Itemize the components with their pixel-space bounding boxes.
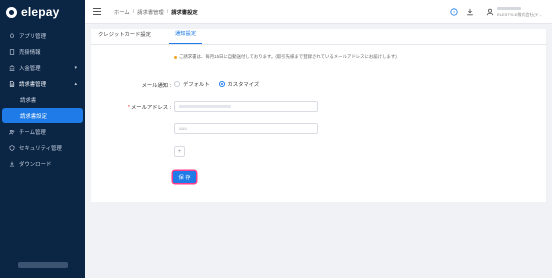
radio-default-label: デフォルト [183,82,210,88]
brand-name: elepay [21,5,60,19]
sidebar-item-download[interactable]: ダウンロード [0,156,85,172]
notification-settings-card: ご請求書は、毎月15日に自動送付しております。(取引先様まで登録されているメール… [91,45,546,202]
user-name-blurred [497,6,522,10]
required-mark: * [127,105,130,111]
help-icon[interactable]: ? [450,8,458,16]
top-header: ホーム / 請求書管理 / 請求書設定 ? ELESTYLE株式会社(テ... [85,0,552,24]
email-label: *メールアドレス : [121,103,171,111]
breadcrumb-home[interactable]: ホーム [114,8,130,16]
sidebar-subitem-invoice-settings[interactable]: 請求書設定 [2,108,83,123]
email-field-2[interactable]: aaa [174,123,318,134]
save-button[interactable]: 保 存 [173,171,196,183]
receipt-icon [9,49,15,55]
sidebar-item-security-management[interactable]: セキュリティ管理 [0,140,85,156]
breadcrumb: ホーム / 請求書管理 / 請求書設定 [114,8,198,16]
svg-text:?: ? [453,10,456,15]
sidebar-item-label: チーム管理 [19,130,46,136]
sidebar-subitem-label: 請求書設定 [20,113,47,120]
header-actions: ? ELESTYLE株式会社(テ... [450,0,542,24]
info-note-text: ご請求書は、毎月15日に自動送付しております。(取引先様まで登録されているメール… [179,54,397,59]
sidebar: elepay アプリ管理 売掛情報 入金管理 ▾ 請求書管理 ▴ 請求書 請求書… [0,0,85,278]
user-info: ELESTYLE株式会社(テ... [497,6,542,18]
chevron-down-icon: ▾ [74,65,77,71]
info-dot-icon [174,55,177,59]
team-icon [9,129,15,135]
sidebar-item-deposit-management[interactable]: 入金管理 ▾ [0,60,85,76]
download-icon [9,161,15,167]
info-note: ご請求書は、毎月15日に自動送付しております。(取引先様まで登録されているメール… [174,54,397,60]
tab-credit-card-settings[interactable]: クレジットカード設定 [92,28,157,44]
radio-option-customize[interactable]: カスタマイズ [218,80,260,88]
sidebar-item-receivables[interactable]: 売掛情報 [0,44,85,60]
sidebar-footer-blurred [18,262,68,268]
sidebar-subitem-invoices[interactable]: 請求書 [2,92,83,107]
sidebar-item-app-management[interactable]: アプリ管理 [0,28,85,44]
breadcrumb-invoice-management[interactable]: 請求書管理 [137,8,164,16]
radio-default[interactable] [174,81,180,87]
logo[interactable]: elepay [0,0,85,24]
sidebar-item-label: 売掛情報 [19,50,41,56]
sidebar-item-label: 入金管理 [19,66,41,72]
sidebar-item-invoice-management[interactable]: 請求書管理 ▴ [0,76,85,92]
sidebar-subitem-label: 請求書 [20,97,37,104]
user-menu[interactable]: ELESTYLE株式会社(テ... [486,6,542,18]
radio-customize[interactable] [218,81,225,87]
rocket-icon [10,33,14,38]
menu-toggle-icon[interactable] [93,8,101,15]
chevron-up-icon: ▴ [74,81,77,87]
download-icon[interactable] [466,8,474,16]
breadcrumb-current: 請求書設定 [171,9,198,16]
sidebar-item-label: ダウンロード [19,162,52,168]
user-company: ELESTYLE株式会社(テ... [497,11,542,17]
bank-icon [9,65,15,71]
user-icon [486,8,494,16]
breadcrumb-separator: / [166,8,169,15]
notification-radio-group: デフォルト カスタマイズ [174,80,268,88]
sidebar-item-label: セキュリティ管理 [19,146,62,152]
breadcrumb-separator: / [132,8,135,15]
settings-tabs: クレジットカード設定 通知設定 [91,29,546,45]
notification-label: メール通知 : [141,83,171,89]
sidebar-nav: アプリ管理 売掛情報 入金管理 ▾ 請求書管理 ▴ 請求書 請求書設定 チーム管… [0,28,85,172]
sidebar-item-label: 請求書管理 [19,82,46,88]
email-field-2-value: aaa [179,126,187,131]
radio-customize-label: カスタマイズ [227,82,260,88]
sidebar-item-team-management[interactable]: チーム管理 [0,124,85,140]
sidebar-item-label: アプリ管理 [19,34,46,40]
plus-icon: + [177,148,182,155]
shield-icon [9,145,15,151]
tab-notification-settings[interactable]: 通知設定 [168,28,203,44]
elepay-logo-icon [6,6,17,18]
email-value-blurred [179,105,231,108]
add-email-button[interactable]: + [174,146,185,157]
email-field-1[interactable] [174,101,318,112]
invoice-icon [9,81,15,87]
radio-option-default[interactable]: デフォルト [174,80,210,88]
email-label-text: メールアドレス : [130,105,171,111]
